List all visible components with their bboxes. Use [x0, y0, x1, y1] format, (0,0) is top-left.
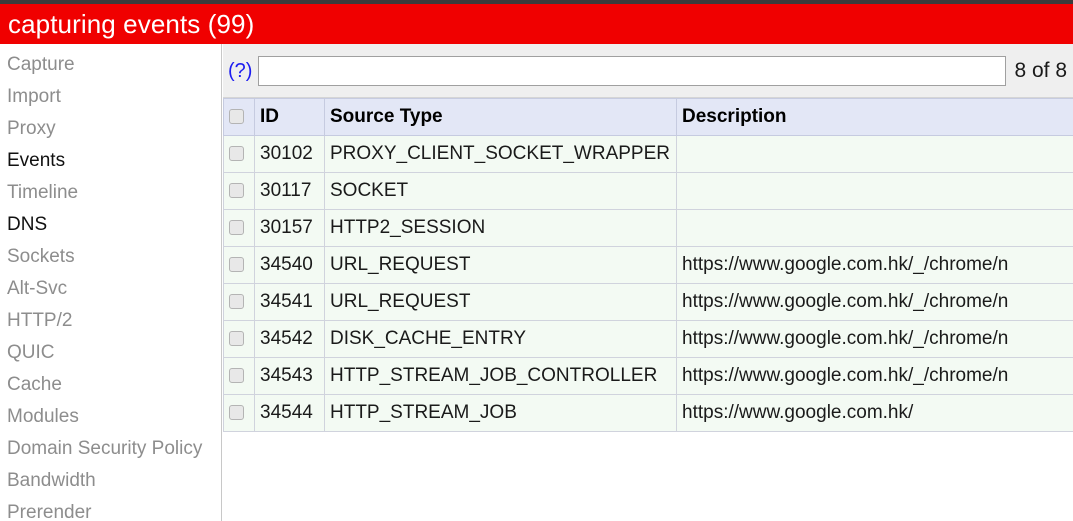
table-row[interactable]: 34543 HTTP_STREAM_JOB_CONTROLLER https:/…	[223, 357, 1073, 395]
row-checkbox[interactable]	[229, 146, 244, 162]
sidebar-item-timeline[interactable]: Timeline	[0, 177, 221, 209]
row-id: 30102	[254, 135, 325, 173]
row-checkbox[interactable]	[229, 405, 244, 421]
row-checkbox[interactable]	[229, 183, 244, 199]
events-table-scroll[interactable]: ID Source Type Description 30102 PROXY_C…	[223, 98, 1073, 521]
sidebar-item-proxy[interactable]: Proxy	[0, 113, 221, 145]
row-checkbox-cell[interactable]	[223, 394, 255, 432]
table-row[interactable]: 30102 PROXY_CLIENT_SOCKET_WRAPPER	[223, 135, 1073, 173]
sidebar-item-import[interactable]: Import	[0, 81, 221, 113]
table-row[interactable]: 34542 DISK_CACHE_ENTRY https://www.googl…	[223, 320, 1073, 358]
select-all-checkbox[interactable]	[229, 109, 244, 125]
row-id: 30157	[254, 209, 325, 247]
sidebar-item-prerender[interactable]: Prerender	[0, 497, 221, 521]
sidebar-item-bandwidth[interactable]: Bandwidth	[0, 465, 221, 497]
table-row[interactable]: 30157 HTTP2_SESSION	[223, 209, 1073, 247]
column-header-description[interactable]: Description	[676, 98, 1073, 136]
netlog-viewer-window: capturing events (99) Capture Import Pro…	[0, 0, 1073, 521]
row-source-type: HTTP_STREAM_JOB	[324, 394, 677, 432]
row-description: https://www.google.com.hk/	[676, 394, 1073, 432]
row-source-type: DISK_CACHE_ENTRY	[324, 320, 677, 358]
sidebar-item-capture[interactable]: Capture	[0, 49, 221, 81]
row-checkbox-cell[interactable]	[223, 172, 255, 210]
sidebar-item-http2[interactable]: HTTP/2	[0, 305, 221, 337]
row-description	[676, 172, 1073, 210]
table-row[interactable]: 34541 URL_REQUEST https://www.google.com…	[223, 283, 1073, 321]
row-checkbox[interactable]	[229, 257, 244, 273]
row-id: 34543	[254, 357, 325, 395]
row-source-type: PROXY_CLIENT_SOCKET_WRAPPER	[324, 135, 677, 173]
events-table: ID Source Type Description 30102 PROXY_C…	[223, 98, 1073, 432]
table-header-row: ID Source Type Description	[223, 98, 1073, 136]
events-search-toolbar: (?) 8 of 8	[223, 44, 1073, 98]
row-id: 34540	[254, 246, 325, 284]
row-id: 34542	[254, 320, 325, 358]
row-description	[676, 209, 1073, 247]
events-filter-input[interactable]	[258, 55, 1007, 86]
row-checkbox-cell[interactable]	[223, 246, 255, 284]
sidebar-nav: Capture Import Proxy Events Timeline DNS…	[0, 44, 222, 521]
column-header-id[interactable]: ID	[254, 98, 325, 136]
row-checkbox-cell[interactable]	[223, 209, 255, 247]
row-checkbox-cell[interactable]	[223, 357, 255, 395]
row-source-type: HTTP2_SESSION	[324, 209, 677, 247]
row-checkbox[interactable]	[229, 368, 244, 384]
row-id: 30117	[254, 172, 325, 210]
row-checkbox[interactable]	[229, 331, 244, 347]
row-checkbox[interactable]	[229, 220, 244, 236]
events-table-body: 30102 PROXY_CLIENT_SOCKET_WRAPPER 30117 …	[223, 135, 1073, 432]
sidebar-item-alt-svc[interactable]: Alt-Svc	[0, 273, 221, 305]
table-row[interactable]: 30117 SOCKET	[223, 172, 1073, 210]
row-description	[676, 135, 1073, 173]
events-main-pane: (?) 8 of 8 ID Source Type Description 30…	[223, 44, 1073, 521]
row-description: https://www.google.com.hk/_/chrome/n	[676, 283, 1073, 321]
row-description: https://www.google.com.hk/_/chrome/n	[676, 320, 1073, 358]
row-checkbox-cell[interactable]	[223, 283, 255, 321]
row-source-type: HTTP_STREAM_JOB_CONTROLLER	[324, 357, 677, 395]
row-source-type: URL_REQUEST	[324, 246, 677, 284]
row-description: https://www.google.com.hk/_/chrome/n	[676, 246, 1073, 284]
row-id: 34544	[254, 394, 325, 432]
sidebar-item-events[interactable]: Events	[0, 145, 221, 177]
row-description: https://www.google.com.hk/_/chrome/n	[676, 357, 1073, 395]
capture-status-banner: capturing events (99)	[0, 4, 1073, 44]
row-checkbox[interactable]	[229, 294, 244, 310]
sidebar-item-modules[interactable]: Modules	[0, 401, 221, 433]
column-header-source-type[interactable]: Source Type	[324, 98, 677, 136]
row-source-type: SOCKET	[324, 172, 677, 210]
sidebar-item-quic[interactable]: QUIC	[0, 337, 221, 369]
table-row[interactable]: 34540 URL_REQUEST https://www.google.com…	[223, 246, 1073, 284]
row-source-type: URL_REQUEST	[324, 283, 677, 321]
row-checkbox-cell[interactable]	[223, 320, 255, 358]
select-all-header[interactable]	[223, 98, 255, 136]
sidebar-item-domain-security-policy[interactable]: Domain Security Policy	[0, 433, 221, 465]
help-link-icon[interactable]: (?)	[228, 60, 252, 82]
match-count-label: 8 of 8	[1014, 58, 1067, 82]
row-checkbox-cell[interactable]	[223, 135, 255, 173]
sidebar-item-sockets[interactable]: Sockets	[0, 241, 221, 273]
table-row[interactable]: 34544 HTTP_STREAM_JOB https://www.google…	[223, 394, 1073, 432]
sidebar-item-dns[interactable]: DNS	[0, 209, 221, 241]
row-id: 34541	[254, 283, 325, 321]
sidebar-item-cache[interactable]: Cache	[0, 369, 221, 401]
